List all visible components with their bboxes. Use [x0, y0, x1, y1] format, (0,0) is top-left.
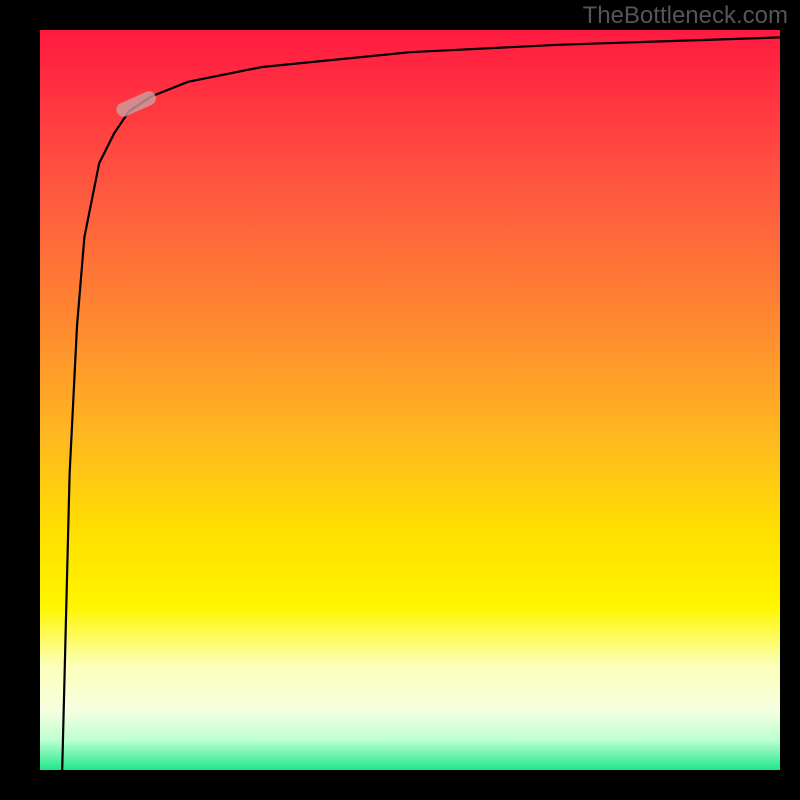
curve-path	[62, 37, 780, 770]
attribution-text: TheBottleneck.com	[583, 2, 788, 30]
curve-layer	[40, 30, 780, 770]
curve-marker	[114, 89, 158, 119]
chart-frame: TheBottleneck.com	[0, 0, 800, 800]
